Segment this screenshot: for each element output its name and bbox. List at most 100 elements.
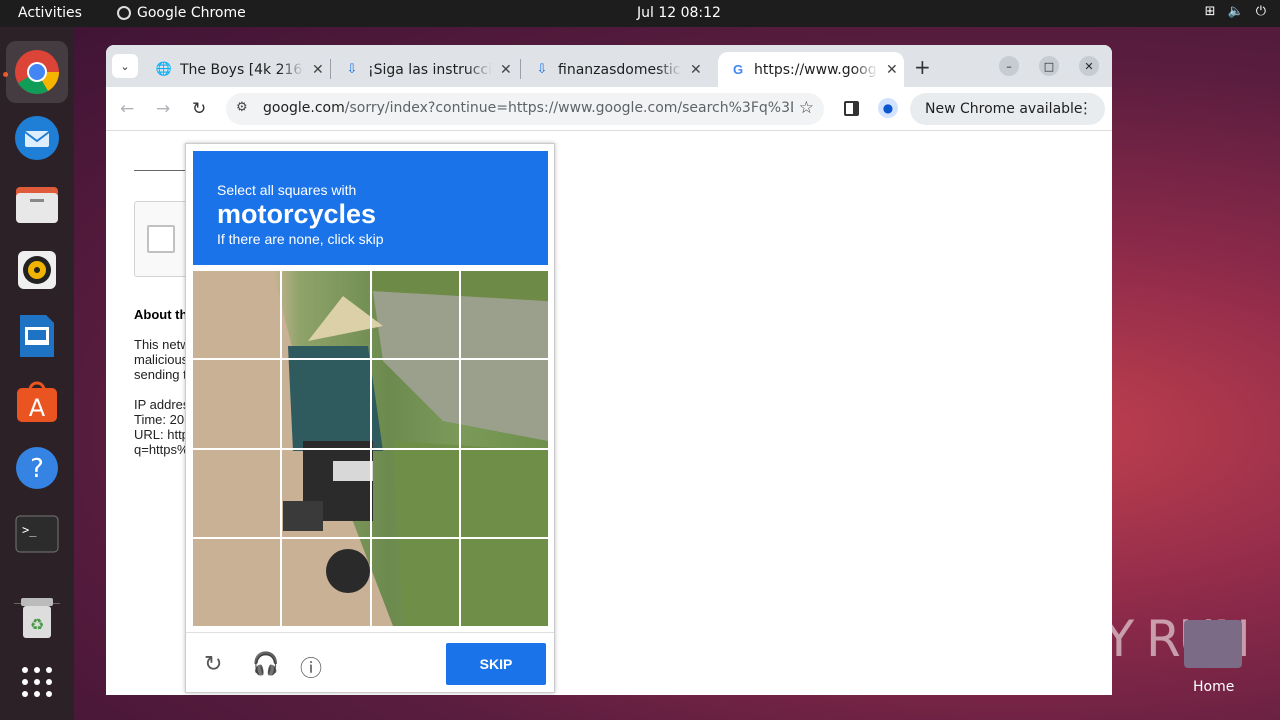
para-line: IP addres	[134, 397, 186, 412]
side-panel-icon[interactable]	[844, 101, 859, 116]
captcha-tile[interactable]	[281, 269, 371, 360]
skip-button[interactable]: SKIP	[446, 643, 546, 685]
dock-show-apps[interactable]	[6, 651, 68, 713]
dock-files[interactable]	[6, 173, 68, 235]
audio-challenge-icon[interactable]: 🎧	[252, 651, 279, 677]
challenge-hint: If there are none, click skip	[217, 231, 384, 247]
rhythmbox-icon	[18, 251, 56, 289]
thunderbird-icon	[15, 116, 59, 160]
show-apps-icon	[22, 667, 52, 697]
menu-dots-icon: ⋮	[1078, 99, 1093, 117]
home-label[interactable]: Home	[1193, 679, 1234, 695]
new-tab-button[interactable]: +	[914, 55, 931, 79]
tab-1[interactable]: 🌐 The Boys [4k 2160p] ✕	[144, 52, 328, 87]
tab-3[interactable]: ⇩ finanzasdomesticas ✕	[522, 52, 716, 87]
captcha-tile[interactable]	[459, 448, 550, 538]
power-icon: ⏻	[1255, 4, 1266, 19]
app-center-icon: A	[17, 381, 57, 422]
para-line: URL: http	[134, 427, 186, 442]
captcha-tile[interactable]	[459, 269, 550, 360]
dock-trash[interactable]: ♻	[6, 587, 68, 649]
tab-title: https://www.google	[754, 61, 878, 78]
captcha-tile[interactable]	[281, 448, 371, 538]
reload-challenge-icon[interactable]: ↻	[204, 651, 222, 677]
minimize-button[interactable]: –	[999, 56, 1019, 76]
app-menu[interactable]: Google Chrome	[117, 5, 246, 21]
close-tab-icon[interactable]: ✕	[500, 62, 512, 78]
challenge-header: Select all squares with motorcycles If t…	[193, 151, 548, 265]
terminal-icon: >_	[15, 515, 59, 553]
captcha-challenge: Select all squares with motorcycles If t…	[185, 143, 555, 693]
challenge-grid	[191, 269, 550, 628]
captcha-tile[interactable]	[459, 359, 550, 449]
top-bar: Activities Google Chrome Jul 12 08:12 ⊞ …	[0, 0, 1280, 27]
svg-text:?: ?	[30, 454, 44, 484]
recaptcha-checkbox[interactable]	[147, 225, 175, 253]
tab-title: finanzasdomesticas	[558, 61, 682, 78]
captcha-tile[interactable]	[281, 537, 371, 628]
tab-search-button[interactable]: ⌄	[112, 54, 138, 78]
svg-text:A: A	[29, 394, 46, 422]
maximize-button[interactable]: □	[1039, 56, 1059, 76]
activities-button[interactable]: Activities	[18, 5, 82, 21]
para-line: sending t	[134, 367, 186, 382]
home-folder-icon[interactable]	[1184, 620, 1242, 668]
chevron-down-icon: ⌄	[120, 59, 130, 73]
chrome-small-icon	[117, 6, 131, 20]
url-host: google.com	[263, 100, 345, 116]
libreoffice-impress-icon	[20, 315, 54, 357]
omnibox[interactable]: ⚙ google.com/sorry/index?continue=https:…	[226, 93, 824, 125]
svg-text:>_: >_	[22, 523, 37, 537]
site-info-icon[interactable]: ⚙	[236, 100, 248, 115]
tab-title: The Boys [4k 2160p]	[180, 61, 304, 78]
close-tab-icon[interactable]: ✕	[886, 62, 898, 78]
dock-terminal[interactable]: >_	[6, 503, 68, 565]
captcha-tile[interactable]	[191, 269, 282, 360]
dock-impress[interactable]	[6, 305, 68, 367]
tab-separator	[520, 59, 521, 79]
tab-separator	[330, 59, 331, 79]
captcha-tile[interactable]	[191, 448, 282, 538]
close-tab-icon[interactable]: ✕	[690, 62, 702, 78]
profile-icon[interactable]: ●	[878, 98, 898, 118]
svg-text:♻: ♻	[30, 615, 44, 634]
about-heading: About th	[134, 307, 188, 322]
captcha-tile[interactable]	[370, 537, 460, 628]
globe-icon: 🌐	[155, 62, 173, 77]
dock-chrome[interactable]	[6, 41, 68, 103]
bookmark-star-icon[interactable]: ☆	[799, 98, 814, 118]
toolbar: ← → ↻ ⚙ google.com/sorry/index?continue=…	[106, 87, 1112, 131]
captcha-tile[interactable]	[370, 269, 460, 360]
url-path: /sorry/index?continue=https://www.google…	[344, 100, 793, 116]
forward-arrow-icon[interactable]: →	[156, 99, 170, 119]
chrome-icon	[15, 50, 59, 94]
close-window-button[interactable]: ✕	[1079, 56, 1099, 76]
dock-thunderbird[interactable]	[6, 107, 68, 169]
new-chrome-available-button[interactable]: New Chrome available ⋮	[910, 93, 1105, 125]
system-tray[interactable]: ⊞ 🔈 ⏻	[1205, 4, 1266, 19]
tab-4-active[interactable]: G https://www.google ✕	[718, 52, 904, 87]
tab-2[interactable]: ⇩ ¡Siga las instrucciones ✕	[332, 52, 516, 87]
captcha-tile[interactable]	[370, 359, 460, 449]
captcha-tile[interactable]	[370, 448, 460, 538]
google-icon: G	[732, 62, 744, 77]
reload-icon[interactable]: ↻	[192, 99, 206, 119]
dock-help[interactable]: ?	[6, 437, 68, 499]
captcha-tile[interactable]	[281, 359, 371, 449]
url-text[interactable]: google.com/sorry/index?continue=https://…	[263, 100, 793, 116]
challenge-footer: ↻ 🎧 ⓘ SKIP	[186, 632, 554, 692]
close-tab-icon[interactable]: ✕	[312, 62, 324, 78]
captcha-tile[interactable]	[191, 537, 282, 628]
trash-icon: ♻	[21, 598, 53, 638]
info-icon[interactable]: ⓘ	[300, 651, 322, 683]
dock-rhythmbox[interactable]	[6, 239, 68, 301]
captcha-tile[interactable]	[191, 359, 282, 449]
dock-app-center[interactable]: A	[6, 371, 68, 433]
clock[interactable]: Jul 12 08:12	[637, 5, 721, 21]
help-icon: ?	[16, 447, 58, 489]
captcha-tile[interactable]	[459, 537, 550, 628]
para-line: malicious	[134, 352, 186, 367]
back-arrow-icon[interactable]: ←	[120, 99, 134, 119]
app-name: Google Chrome	[137, 5, 246, 21]
challenge-target: motorcycles	[217, 199, 377, 229]
